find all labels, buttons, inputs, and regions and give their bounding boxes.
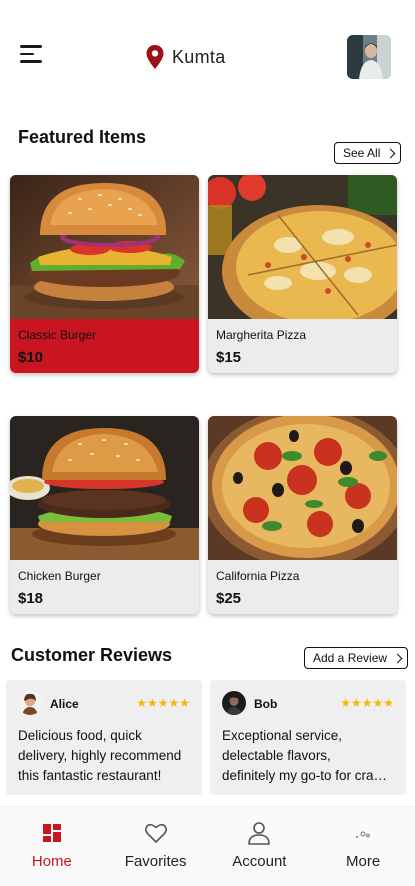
nav-label-account: Account: [232, 853, 287, 870]
california-pizza-image: [208, 416, 397, 560]
item-price: $18: [18, 590, 44, 607]
reviewer-name: Alice: [50, 697, 79, 711]
item-name: Margherita Pizza: [216, 328, 307, 342]
margherita-pizza-image: [208, 175, 397, 319]
nav-item-home[interactable]: Home: [0, 807, 104, 886]
star-rating: ★★★★★: [340, 696, 394, 710]
featured-title: Featured Items: [18, 127, 147, 147]
classic-burger-image: [10, 175, 199, 319]
item-name: Chicken Burger: [18, 569, 101, 583]
review-text: Delicious food, quick delivery, highly r…: [18, 728, 182, 783]
menu-icon[interactable]: [20, 45, 46, 67]
see-all-label: See All: [343, 146, 381, 160]
add-review-label: Add a Review: [313, 651, 388, 665]
bottom-navigation: Home Favorites Account More: [0, 806, 415, 886]
review-text: Exceptional service, delectable flavors,…: [222, 728, 388, 783]
featured-item-card[interactable]: Margherita Pizza $15: [208, 175, 397, 373]
home-grid-icon: [40, 821, 64, 845]
item-price: $25: [216, 590, 242, 607]
heart-icon: [144, 821, 168, 845]
more-dots-icon: [351, 821, 375, 845]
chevron-right-icon: [392, 653, 403, 663]
nav-item-favorites[interactable]: Favorites: [104, 807, 208, 886]
location-pin-icon: [146, 45, 164, 69]
nav-item-more[interactable]: More: [311, 807, 415, 886]
reviewer-name: Bob: [254, 697, 278, 711]
item-name: California Pizza: [216, 569, 300, 583]
profile-avatar[interactable]: [347, 35, 391, 79]
nav-label-home: Home: [31, 853, 72, 870]
user-icon: [247, 821, 271, 845]
nav-item-account[interactable]: Account: [208, 807, 312, 886]
location-label: Kumta: [172, 46, 226, 67]
review-card: Bob ★★★★★ Exceptional service, delectabl…: [210, 680, 406, 795]
location-selector[interactable]: Kumta: [146, 44, 226, 70]
add-review-button[interactable]: Add a Review: [304, 647, 409, 669]
nav-label-more: More: [346, 853, 381, 870]
featured-item-card[interactable]: Chicken Burger $18: [10, 416, 199, 614]
item-price: $10: [18, 349, 44, 366]
chevron-right-icon: [385, 148, 396, 158]
item-name: Classic Burger: [18, 328, 97, 342]
review-card: Alice ★★★★★ Delicious food, quick delive…: [6, 680, 202, 795]
reviews-title: Customer Reviews: [11, 645, 173, 665]
app-header: Kumta: [0, 0, 415, 110]
see-all-button[interactable]: See All: [334, 142, 402, 164]
featured-item-card[interactable]: Classic Burger $10: [10, 175, 199, 373]
chicken-burger-image: [10, 416, 199, 560]
star-rating: ★★★★★: [136, 696, 190, 710]
reviewer-avatar: [222, 691, 246, 715]
featured-item-card[interactable]: California Pizza $25: [208, 416, 397, 614]
reviewer-avatar: [18, 691, 42, 715]
nav-label-favorites: Favorites: [124, 853, 187, 870]
item-price: $15: [216, 349, 242, 366]
